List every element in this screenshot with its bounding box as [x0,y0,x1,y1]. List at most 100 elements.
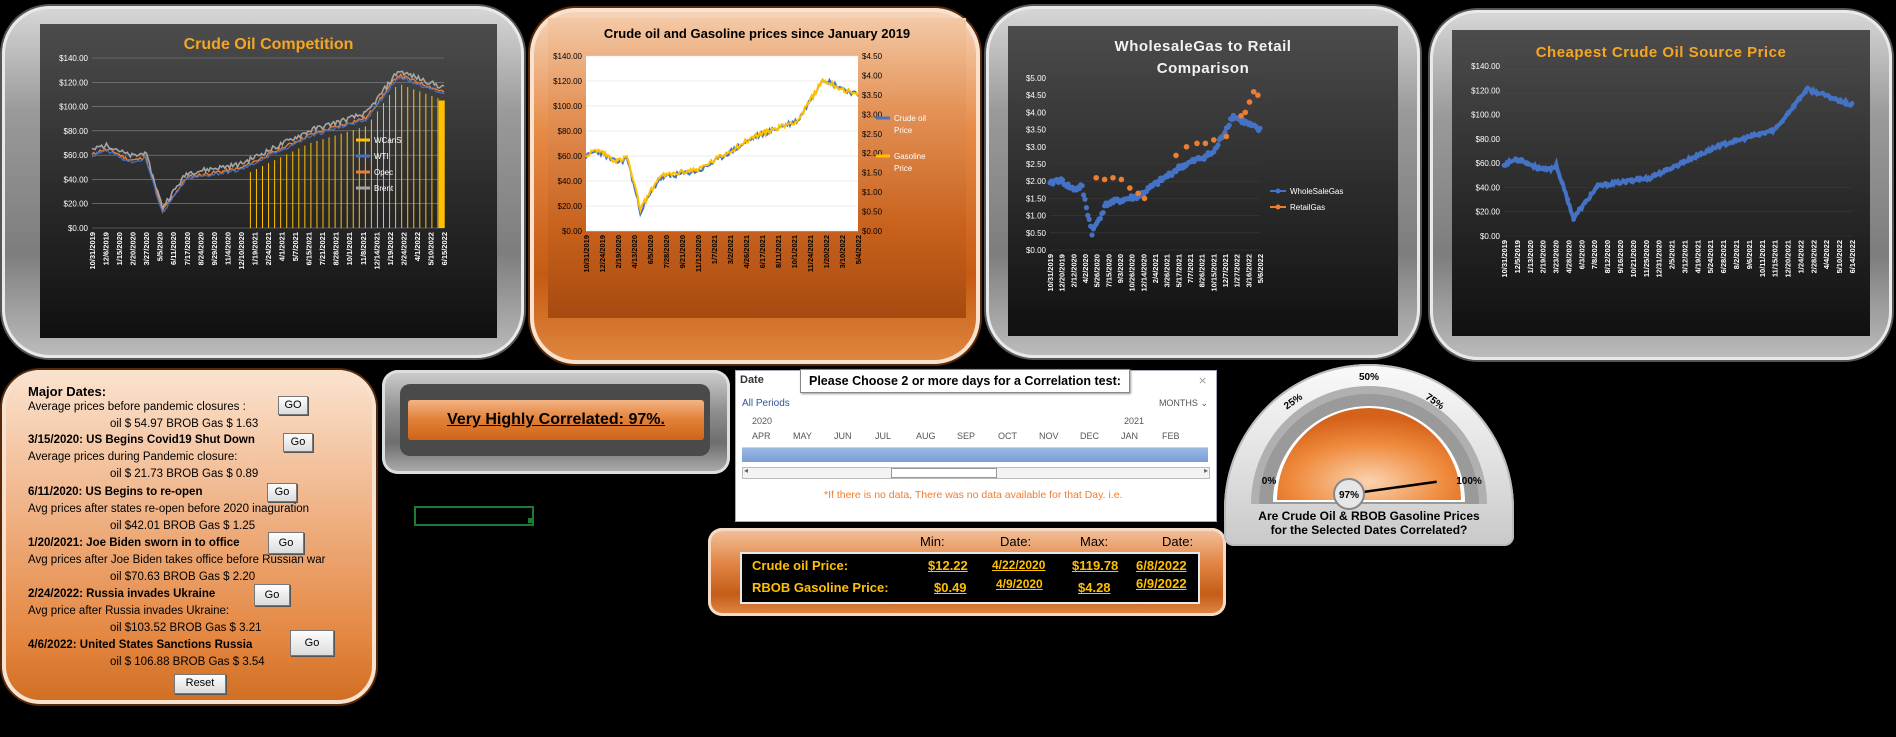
cheapest-crude-point [1704,148,1710,153]
chart2-legend-gas-label: Gasoline [894,152,926,161]
timeline-month-label[interactable]: MAY [793,431,812,441]
cheapest-crude-point [1791,104,1797,110]
chart2-x-tick-label: 6/17/2021 [758,235,767,268]
retail-point [1242,109,1249,116]
selected-cell-handle[interactable] [528,518,533,523]
chart2-plot: $140.00 $120.00 $100.00 $80.00 $60.00 $40.00 $… [553,52,926,273]
months-selector-label: MONTHS [1158,398,1198,408]
md-entry1-sub: Average prices during Pandemic closure: [28,451,238,463]
wholesale-point [1060,177,1066,183]
chart2-x-tick-label: 11/12/2020 [694,235,703,272]
chart1-legend-label: Brent [374,184,394,193]
chart2-x-tick-label: 8/11/2021 [774,235,783,268]
retail-point [1223,133,1230,140]
chart2-y2-tick-label: $0.00 [862,227,883,236]
chart3-plot: $5.00 $4.50 $4.00 $3.50 $3.00 $2.50 $2.00 $1.50… [1026,74,1343,292]
chart4-x-tick-label: 9/16/2020 [1616,240,1625,273]
timeline-month-label[interactable]: SEP [957,431,975,441]
chart1-x-tick-label: 2/24/2022 [399,232,408,265]
selected-cell[interactable] [414,506,534,526]
chart4-x-tick-label: 6/14/2022 [1848,240,1857,273]
md-entry5-values: oil $ 106.88 BROB Gas $ 3.54 [110,656,265,668]
timeline-month-label[interactable]: JUL [875,431,891,441]
timeline-bar[interactable] [742,447,1208,462]
scroll-right-icon[interactable]: ▸ [1204,466,1208,475]
stats-row-rbob: RBOB Gasoline Price: $0.49 4/9/2020 $4.2… [742,576,1198,598]
wholesale-point [1226,122,1232,128]
chart2-y-tick-label: $20.00 [558,202,583,211]
wholesale-point [1082,196,1088,202]
clear-filter-icon[interactable]: ⨯ [1198,375,1210,387]
cheapest-crude-point [1524,161,1530,167]
timeline-prompt: Please Choose 2 or more days for a Corre… [800,369,1130,393]
chart3-y-tick-label: $3.00 [1026,143,1047,152]
chart2-legend-crude-line2: Price [894,126,913,135]
timeline-month-label[interactable]: AUG [916,431,936,441]
cheapest-crude-point [1843,99,1849,105]
chart3-x-tick-label: 5/17/2021 [1174,254,1183,287]
timeline-slicer[interactable]: Date Please Choose 2 or more days for a … [735,369,1217,522]
wholesale-point [1215,142,1221,148]
timeline-month-label[interactable]: OCT [998,431,1017,441]
cheapest-crude-point [1687,155,1692,161]
major-dates-heading: Major Dates: [28,384,107,399]
timeline-scrollbar[interactable]: ◂ ▸ [742,466,1210,479]
chart3-x-tick-label: 3/26/2021 [1163,254,1172,287]
cheapest-crude-point [1774,124,1779,130]
stats-row-crude: Crude oil Price: $12.22 4/22/2020 $119.7… [742,558,1198,576]
chart1-x-tick-label: 6/11/2020 [169,232,178,265]
timeline-year-2021: 2021 [1124,416,1145,426]
scroll-left-icon[interactable]: ◂ [744,466,748,475]
cheapest-crude-point [1542,166,1547,172]
chart3-x-tick-label: 5/26/2020 [1093,254,1102,287]
timeline-month-label[interactable]: JUN [834,431,852,441]
all-periods-link[interactable]: All Periods [742,398,790,409]
md-entry5-label: 4/6/2022: United States Sanctions Russia [28,639,253,651]
wholesale-point [1086,216,1092,222]
stats-header-min-date: Date: [1000,534,1032,549]
chart3-y-tick-label: $2.00 [1026,177,1047,186]
timeline-month-label[interactable]: NOV [1039,431,1059,441]
chart1-y-tick-label: $120.00 [59,78,88,87]
chart4-x-tick-label: 2/28/2022 [1809,240,1818,273]
go-button-reopen[interactable]: Go [267,483,297,502]
gauge-tick-label: 0% [1262,476,1277,487]
go-button-sanctions[interactable]: Go [290,630,334,656]
gauge-question-line2: for the Selected Dates Correlated? [1270,523,1468,537]
timeline-month-label[interactable]: DEC [1080,431,1099,441]
chart4-x-tick-label: 11/15/2021 [1771,240,1780,277]
chart4-x-tick-label: 3/12/2021 [1680,240,1689,273]
chart1-legend-label: WCanS [374,136,402,145]
chart2-legend-crude-label: Crude oil [894,114,926,123]
cheapest-crude-point [1710,145,1716,150]
chart1-y-tick-label: $20.00 [64,200,89,209]
timeline-month-label[interactable]: APR [752,431,771,441]
go-button-covid-shutdown[interactable]: Go [283,433,313,452]
timeline-month-label[interactable]: FEB [1162,431,1180,441]
scroll-thumb[interactable] [891,468,997,478]
chart1-y-tick-label: $80.00 [64,127,89,136]
cheapest-crude-point [1832,96,1837,101]
md-entry4-values: oil $103.52 BROB Gas $ 3.21 [110,622,262,634]
cheapest-crude-point [1785,110,1791,115]
cheapest-crude-point [1635,175,1640,181]
stats-rbob-label: RBOB Gasoline Price: [752,580,889,595]
stats-crude-min: $12.22 [928,558,968,573]
months-selector[interactable]: MONTHS ⌄ [1159,398,1208,409]
wholesale-point [1100,209,1106,216]
reset-button[interactable]: Reset [174,674,226,694]
chart2-x-tick-label: 9/21/2020 [678,235,687,268]
go-button-biden[interactable]: Go [268,532,304,554]
go-button-russia-invades[interactable]: Go [254,584,290,606]
wholesale-point [1089,232,1095,238]
chart1-x-tick-label: 2/20/2020 [129,232,138,265]
chart4-x-tick-label: 8/12/2020 [1603,240,1612,273]
chart4-x-tick-label: 7/8/2020 [1590,240,1599,269]
timeline-month-row: APR MAY JUN JUL AUG SEP OCT NOV DEC JAN FEB [742,431,1208,443]
chart4-y-tick-label: $140.00 [1471,62,1500,71]
cheapest-crude-point [1582,200,1588,205]
cheapest-crude-point [1513,156,1518,162]
go-button-pre-pandemic[interactable]: GO [278,396,308,415]
timeline-month-label[interactable]: JAN [1121,431,1138,441]
chart1-y-tick-label: $40.00 [64,175,89,184]
